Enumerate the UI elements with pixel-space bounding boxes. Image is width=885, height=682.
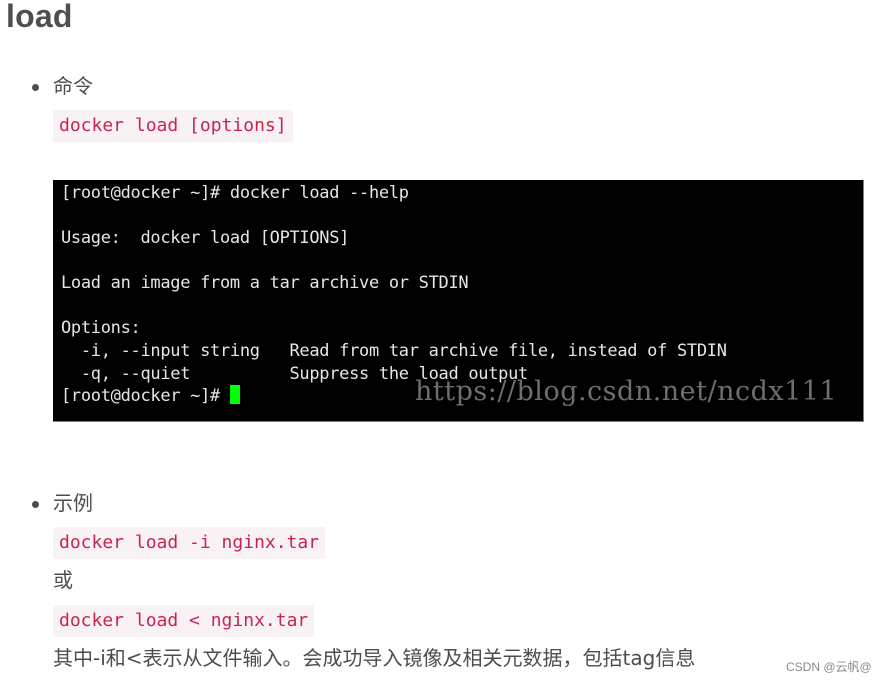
terminal-line: Options: <box>61 318 141 338</box>
example-code-redirect: docker load < nginx.tar <box>53 605 315 637</box>
example-label: 示例 <box>53 491 93 515</box>
image-watermark: https://blog.csdn.net/ncdx111 <box>415 376 838 407</box>
section-heading: load <box>6 0 73 34</box>
terminal-line: Load an image from a tar archive or STDI… <box>61 273 469 293</box>
bullet-icon <box>32 501 39 508</box>
example-code-input-flag: docker load -i nginx.tar <box>53 527 326 559</box>
command-label: 命令 <box>53 74 93 98</box>
terminal-line: [root@docker ~]# docker load --help <box>61 183 409 203</box>
terminal-cursor <box>229 385 240 404</box>
terminal-line: Usage: docker load [OPTIONS] <box>61 228 350 248</box>
example-description: 其中-i和<表示从文件输入。会成功导入镜像及相关元数据，包括tag信息 <box>53 646 696 670</box>
bullet-icon <box>32 84 39 91</box>
command-syntax-code: docker load [options] <box>53 110 293 142</box>
or-text: 或 <box>53 568 73 592</box>
csdn-author-watermark: CSDN @云帆@ <box>786 660 872 674</box>
terminal-line: -i, --input string Read from tar archive… <box>61 341 727 361</box>
terminal-prompt-line: [root@docker ~]# <box>61 385 240 407</box>
terminal-prompt: [root@docker ~]# <box>61 386 230 406</box>
terminal-screenshot: [root@docker ~]# docker load --help Usag… <box>53 180 864 422</box>
